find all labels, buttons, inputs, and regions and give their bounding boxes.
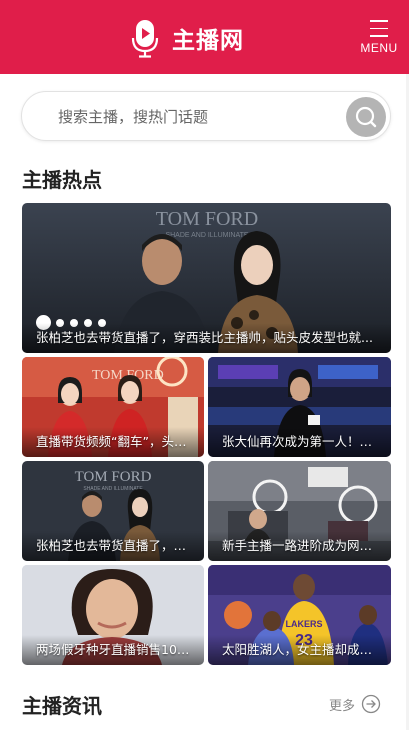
svg-text:TOM FORD: TOM FORD — [156, 208, 258, 230]
news-card[interactable]: LAKERS 23 太阳胜湖人，女主播却成为焦点 — [208, 565, 391, 665]
news-card-caption: 张柏芝也去带货直播了，穿西装比主播帅 — [22, 531, 204, 561]
menu-label: MENU — [360, 41, 398, 55]
news-card-caption: 新手主播一路进阶成为网红主播 — [208, 531, 391, 561]
news-card-caption: 两场假牙种牙直播销售100万 — [22, 635, 204, 665]
news-card-caption: 张大仙再次成为第一人！能力太强 — [208, 427, 391, 457]
more-link[interactable]: 更多 — [329, 694, 381, 714]
news-card[interactable]: 新手主播一路进阶成为网红主播 — [208, 461, 391, 561]
search-icon — [355, 106, 377, 128]
svg-text:SHADE AND ILLUMINATE: SHADE AND ILLUMINATE — [165, 232, 248, 239]
arrow-right-circle-icon — [361, 694, 381, 714]
news-card-caption: 直播带货频频“翻车”，头部主播为何也频频失误 — [22, 427, 204, 457]
hamburger-icon — [370, 20, 388, 43]
menu-button[interactable]: MENU — [359, 18, 399, 58]
brand-name: 主播网 — [172, 28, 244, 54]
brand-logo-link[interactable]: 主播网 — [130, 18, 244, 58]
search-bar — [21, 91, 391, 141]
news-card[interactable]: TOM FORD 直播带货频频“翻车”，头部主播为何也频频失误 — [22, 357, 204, 457]
section-title-news: 主播资讯 — [22, 694, 102, 718]
svg-text:LAKERS: LAKERS — [285, 619, 322, 629]
svg-text:TOM FORD: TOM FORD — [75, 469, 152, 485]
section-title-hot: 主播热点 — [22, 168, 102, 192]
news-card[interactable]: TOM FORD SHADE AND ILLUMINATE 张柏芝也去带货直播了… — [22, 461, 204, 561]
hero-carousel-slide[interactable]: TOM FORD SHADE AND ILLUMINATE 张柏芝也去带货直播了… — [22, 203, 391, 353]
news-card[interactable]: 两场假牙种牙直播销售100万 — [22, 565, 204, 665]
microphone-play-icon — [130, 18, 160, 58]
search-input[interactable] — [58, 102, 328, 132]
news-card-caption: 太阳胜湖人，女主播却成为焦点 — [208, 635, 391, 665]
more-label: 更多 — [328, 698, 355, 714]
header-bar: 主播网 MENU — [0, 0, 409, 74]
hero-caption: 张柏芝也去带货直播了，穿西装比主播帅，贴头皮发型也就... — [22, 323, 391, 353]
news-card[interactable]: 张大仙再次成为第一人！能力太强 — [208, 357, 391, 457]
search-button[interactable] — [346, 97, 386, 137]
